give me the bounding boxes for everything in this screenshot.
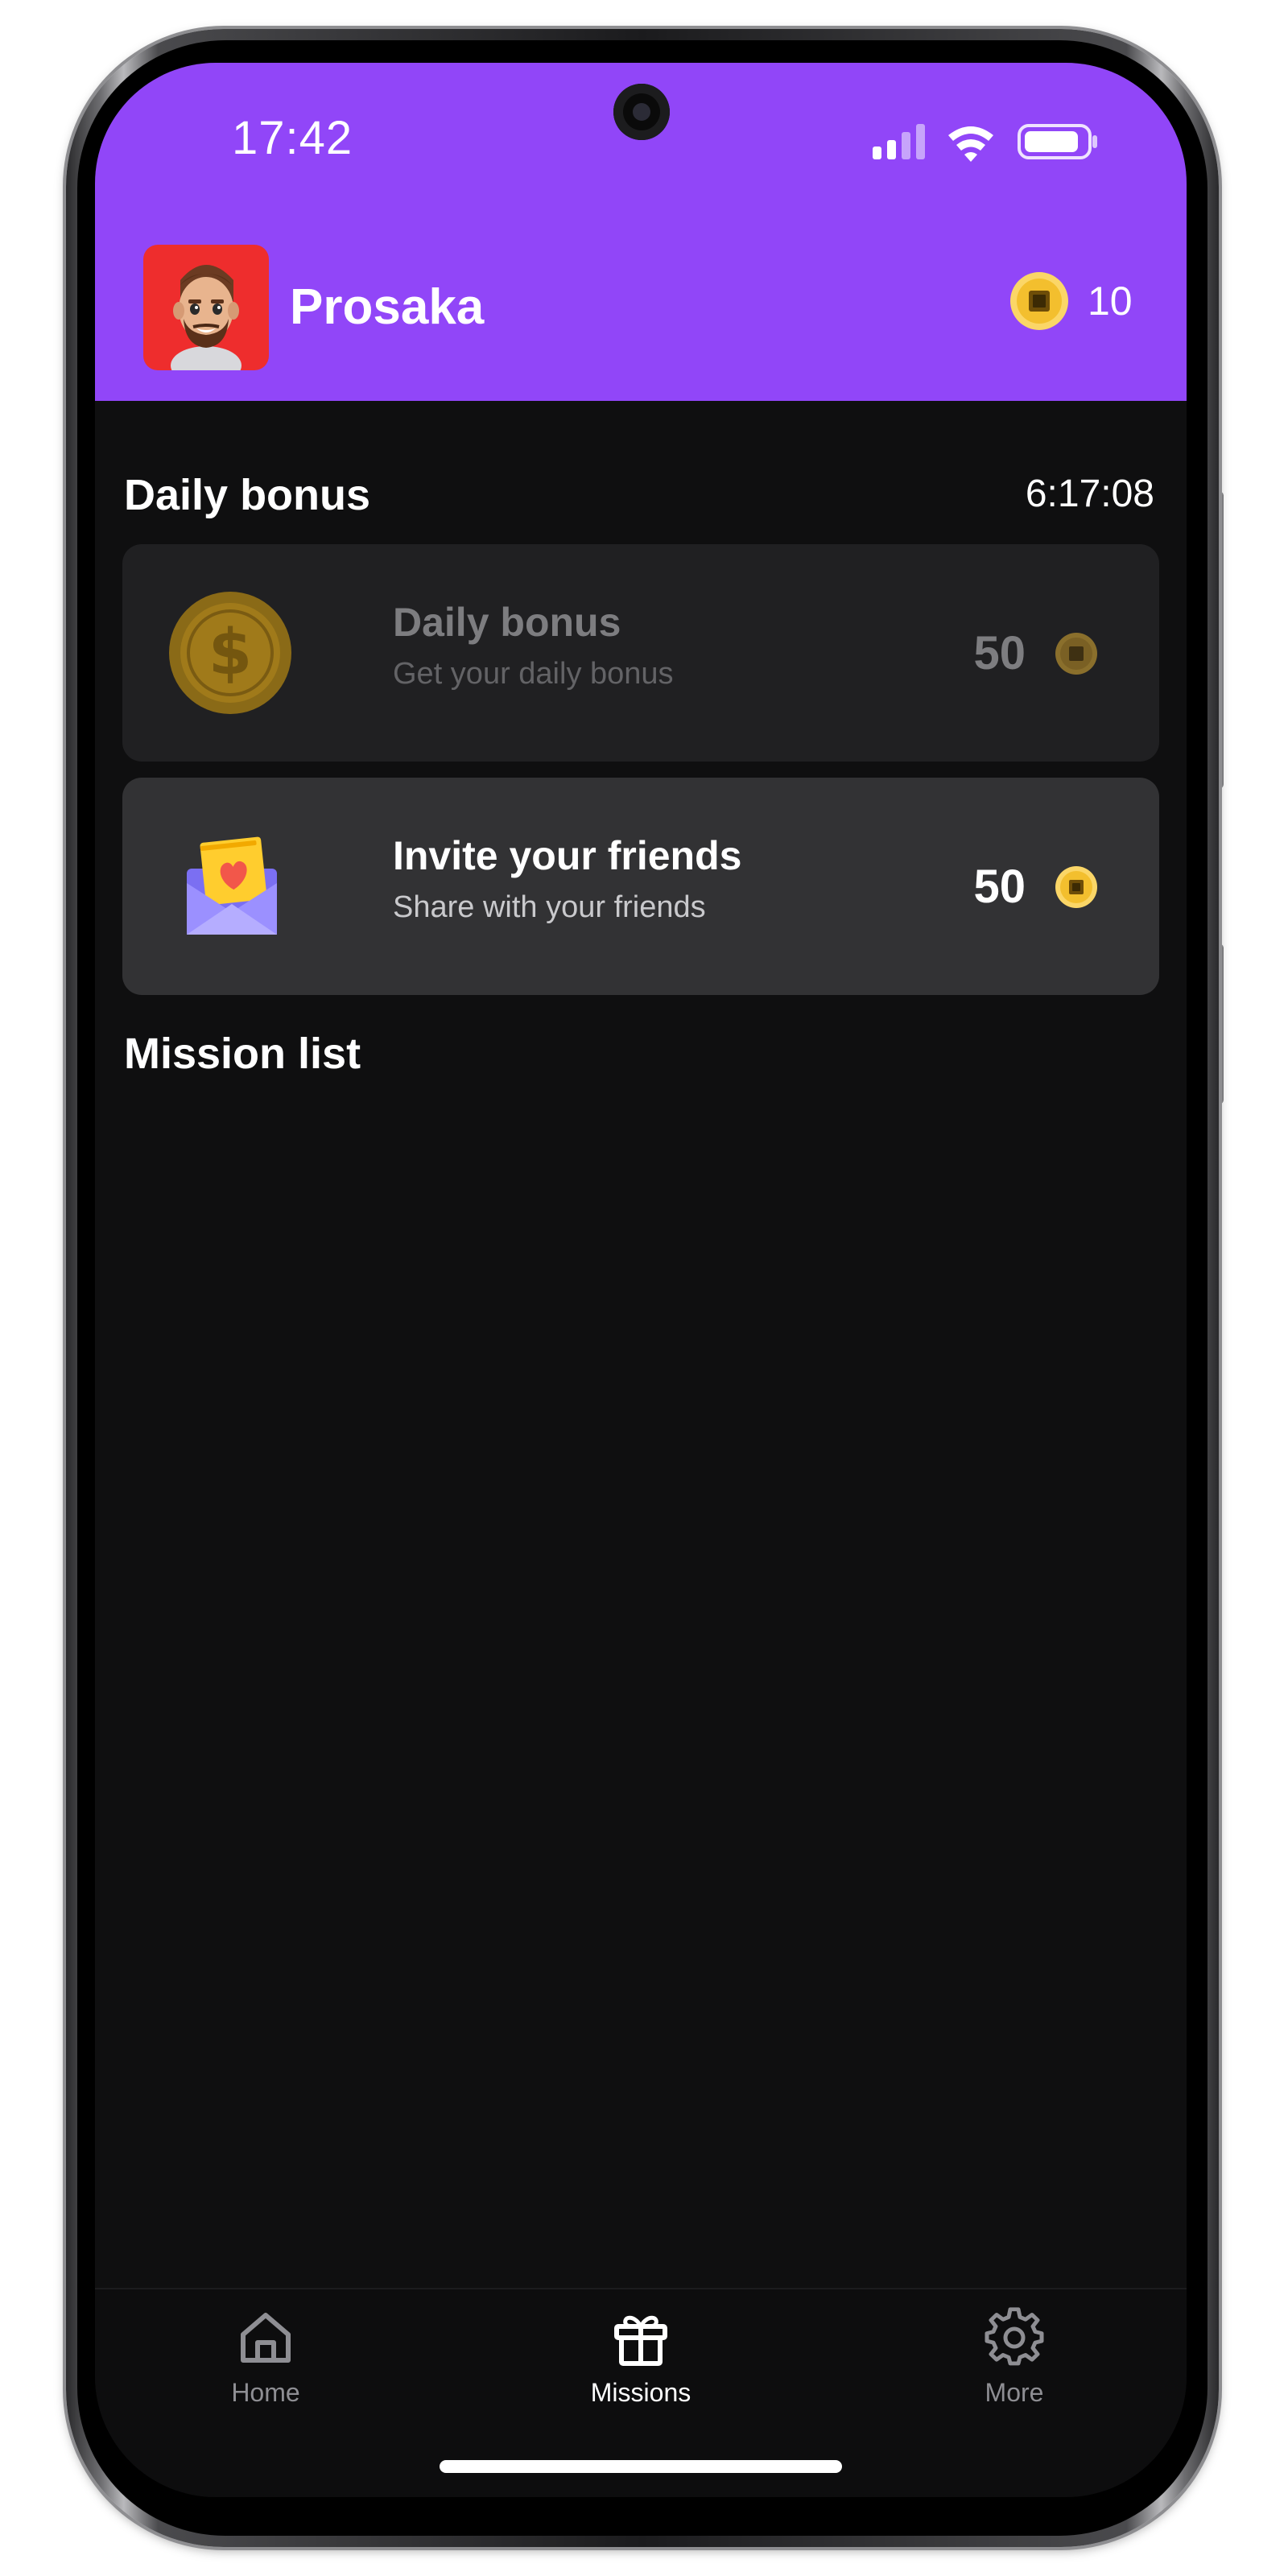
card-title: Invite your friends [393,833,742,878]
dollar-coin-icon: $ [169,592,291,714]
memoji-avatar-icon [171,265,242,370]
battery-icon [1018,124,1097,159]
svg-text:$: $ [208,617,252,689]
status-icons [873,124,1097,162]
daily-bonus-timer: 6:17:08 [1025,473,1154,515]
app-header: 17:42 Prosaka 10 [95,63,1187,401]
nav-label: Home [231,2378,300,2407]
coin-balance[interactable]: 10 [1009,270,1133,332]
front-camera [613,84,670,140]
card-reward: 50 [973,860,1098,914]
wifi-icon [948,126,993,162]
coin-icon [1055,865,1097,908]
nav-label: More [985,2378,1044,2407]
coin-icon [1055,632,1097,675]
nav-item-missions[interactable]: Missions [544,2307,737,2408]
app-screen: 17:42 Prosaka 10 Daily bonus 6:17:08 $ D… [95,63,1187,2497]
device-mockup: 17:42 Prosaka 10 Daily bonus 6:17:08 $ D… [0,0,1288,2576]
status-time: 17:42 [232,112,353,164]
cellular-signal-icon [873,124,925,159]
gear-icon [985,2307,1044,2366]
home-indicator[interactable] [440,2460,842,2473]
coin-icon [1010,272,1068,330]
home-icon [241,2313,291,2363]
reward-value: 50 [973,861,1026,913]
nav-label: Missions [590,2378,691,2407]
mission-list-heading: Mission list [124,1030,361,1078]
avatar[interactable] [143,245,269,370]
reward-value: 50 [973,627,1026,679]
username: Prosaka [290,279,485,335]
card-title: Daily bonus [393,600,621,645]
daily-bonus-card[interactable]: $ Daily bonus Get your daily bonus 50 [122,544,1159,762]
card-subtitle: Share with your friends [393,890,706,924]
nav-item-home[interactable]: Home [169,2307,362,2408]
card-subtitle: Get your daily bonus [393,657,674,691]
coin-balance-value: 10 [1088,279,1133,324]
invite-friends-card[interactable]: Invite your friends Share with your frie… [122,778,1159,995]
card-reward: 50 [973,626,1098,680]
love-letter-icon [187,836,277,935]
nav-item-more[interactable]: More [918,2307,1111,2408]
daily-bonus-heading: Daily bonus [124,471,371,519]
gift-icon [614,2315,667,2366]
